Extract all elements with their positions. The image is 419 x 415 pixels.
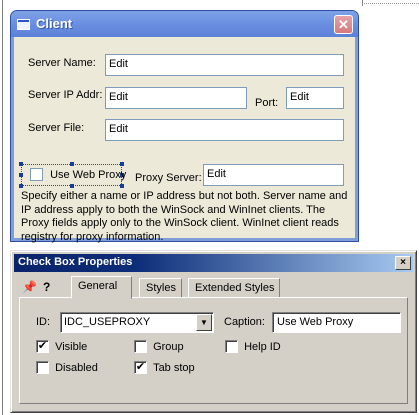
selection-handle[interactable] — [19, 162, 23, 166]
id-label: ID: — [36, 316, 51, 328]
props-close-button[interactable]: × — [395, 256, 411, 270]
tab-extended-styles[interactable]: Extended Styles — [188, 278, 280, 298]
tab-general-label: General — [78, 280, 118, 292]
tab-styles-label: Styles — [146, 282, 176, 294]
window-icon — [17, 19, 30, 30]
props-tabbar: 📌 ? General Styles Extended Styles — [19, 276, 408, 299]
selection-handle[interactable] — [70, 162, 74, 166]
group-checkbox[interactable]: Group — [134, 340, 184, 353]
visible-label: Visible — [55, 340, 88, 353]
workspace-corner — [362, 0, 419, 4]
general-tab-panel: ID: IDC_USEPROXY ▼ Caption: Use Web Prox… — [19, 297, 408, 404]
use-web-proxy-checkbox[interactable]: Use Web Proxy — [19, 162, 126, 188]
tab-extended-styles-label: Extended Styles — [195, 282, 275, 294]
checkbox-properties-window: Check Box Properties × 📌 ? General Style… — [10, 250, 417, 413]
client-title: Client — [36, 16, 73, 31]
use-web-proxy-label: Use Web Proxy — [50, 168, 127, 181]
client-titlebar[interactable]: Client ✕ — [11, 11, 358, 37]
server-name-label: Server Name: — [28, 57, 96, 69]
selection-handle[interactable] — [70, 184, 74, 188]
checkbox-box[interactable] — [30, 168, 43, 181]
disabled-checkbox[interactable]: Disabled — [36, 361, 98, 374]
help-text: Specify either a name or IP address but … — [21, 190, 348, 243]
client-dialog: Client ✕ Server Name: Edit Server IP Add… — [10, 10, 359, 243]
proxy-server-edit[interactable]: Edit — [203, 164, 344, 186]
props-titlebar[interactable]: Check Box Properties × — [14, 254, 413, 272]
server-file-label: Server File: — [28, 122, 85, 134]
disabled-label: Disabled — [55, 361, 98, 374]
client-close-button[interactable]: ✕ — [334, 15, 353, 34]
use-web-proxy-row: Use Web Proxy — [30, 168, 126, 181]
checkbox-disabled-box[interactable] — [36, 361, 49, 374]
caption-field[interactable]: Use Web Proxy — [272, 312, 401, 333]
server-file-edit[interactable]: Edit — [105, 119, 344, 141]
checkbox-helpid-box[interactable] — [225, 340, 238, 353]
visible-checkbox[interactable]: ✔ Visible — [36, 340, 87, 353]
tab-styles[interactable]: Styles — [139, 278, 182, 298]
selection-handle[interactable] — [19, 173, 23, 177]
tab-stop-label: Tab stop — [153, 361, 195, 374]
server-ip-label: Server IP Addr: — [28, 89, 103, 101]
tab-stop-checkbox[interactable]: ✔ Tab stop — [134, 361, 195, 374]
group-label: Group — [153, 340, 184, 353]
server-name-edit[interactable]: Edit — [105, 54, 344, 76]
id-value: IDC_USEPROXY — [64, 316, 151, 328]
id-combobox[interactable]: IDC_USEPROXY ▼ — [60, 312, 214, 333]
selection-handle[interactable] — [120, 162, 124, 166]
selection-handle[interactable] — [19, 184, 23, 188]
workspace-border — [2, 0, 3, 415]
chevron-down-icon[interactable]: ▼ — [196, 314, 212, 331]
props-title: Check Box Properties — [18, 256, 133, 268]
tab-general[interactable]: General — [71, 276, 132, 299]
caption-label: Caption: — [224, 316, 265, 328]
server-ip-edit[interactable]: Edit — [105, 87, 247, 109]
client-body: Server Name: Edit Server IP Addr: Edit P… — [14, 37, 355, 243]
port-label: Port: — [255, 97, 279, 109]
port-edit[interactable]: Edit — [286, 87, 344, 109]
checkbox-tabstop-box[interactable]: ✔ — [134, 361, 147, 374]
selection-handle[interactable] — [120, 184, 124, 188]
help-id-checkbox[interactable]: Help ID — [225, 340, 281, 353]
help-icon[interactable]: ? — [43, 280, 50, 294]
checkbox-group-box[interactable] — [134, 340, 147, 353]
help-id-label: Help ID — [244, 340, 281, 353]
proxy-server-label: Proxy Server: — [135, 172, 202, 184]
checkbox-visible-box[interactable]: ✔ — [36, 340, 49, 353]
pin-icon[interactable]: 📌 — [22, 280, 37, 294]
